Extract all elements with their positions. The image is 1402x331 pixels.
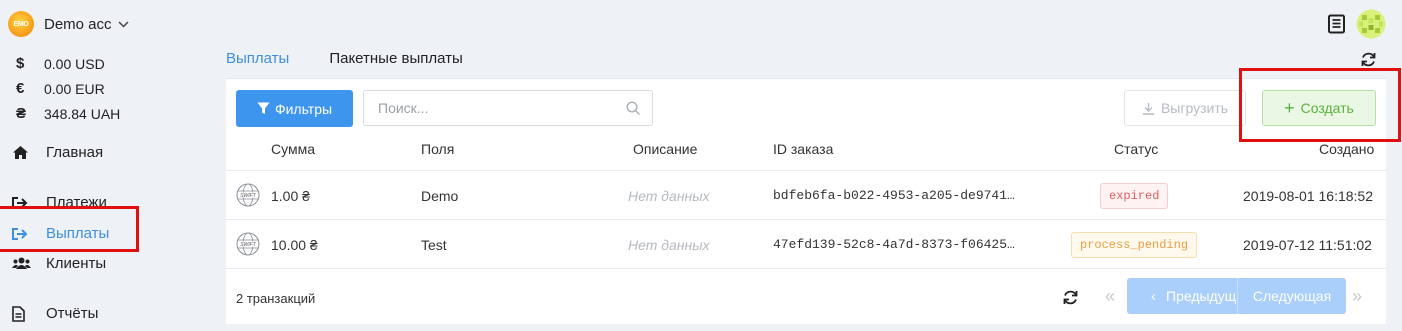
docs-book-icon[interactable] [1327, 14, 1347, 37]
amount-cell: 1.00 ₴ [271, 187, 310, 204]
payouts-card: Фильтры Выгрузить + Создать Сумма Поля О… [226, 78, 1386, 324]
balance-usd-amount: 0.00 USD [44, 55, 105, 72]
table-bottom-divider [226, 268, 1386, 269]
status-cell: process_pending [1071, 220, 1198, 269]
swift-icon: SWIFT [236, 183, 260, 207]
filters-button[interactable]: Фильтры [236, 90, 353, 127]
dollar-icon: $ [16, 55, 25, 72]
tab-payouts[interactable]: Выплаты [226, 40, 290, 88]
chevron-down-icon [118, 18, 130, 30]
column-header-amount[interactable]: Сумма [271, 141, 315, 157]
created-cell: 2019-08-01 16:18:52 [1243, 187, 1373, 204]
balance-eur: € 0.00 EUR [14, 80, 105, 97]
prev-page-button[interactable]: ‹ Предыдущая [1127, 278, 1237, 314]
balance-usd: $ 0.00 USD [14, 55, 105, 72]
balance-uah: ₴ 348.84 UAH [14, 105, 120, 122]
last-page-icon[interactable]: » [1352, 286, 1362, 307]
sidebar-item-label: Главная [46, 144, 104, 161]
created-cell: 2019-07-12 11:51:02 [1243, 236, 1372, 253]
filters-label: Фильтры [274, 100, 333, 117]
column-header-description: Описание [633, 141, 698, 157]
chevron-left-icon: ‹ [1151, 287, 1156, 305]
first-page-icon[interactable]: « [1105, 286, 1115, 307]
export-button[interactable]: Выгрузить [1124, 90, 1246, 126]
svg-text:SWIFT: SWIFT [240, 193, 256, 199]
order-id-cell: bdfeb6fa-b022-4953-a205-de9741… [773, 188, 1015, 203]
users-icon [12, 257, 46, 270]
next-page-button[interactable]: Следующая [1237, 278, 1346, 314]
home-icon [12, 145, 46, 160]
balance-uah-amount: 348.84 UAH [44, 105, 121, 122]
export-label: Выгрузить [1160, 100, 1229, 116]
balance-eur-amount: 0.00 EUR [44, 80, 105, 97]
amount-cell: 10.00 ₴ [271, 236, 318, 253]
status-cell: expired [1100, 171, 1169, 220]
sidebar-item-label: Клиенты [46, 255, 107, 272]
euro-icon: € [16, 80, 25, 97]
next-page-label: Следующая [1252, 288, 1332, 304]
prev-page-label: Предыдущая [1166, 288, 1237, 304]
account-logo: EMO [8, 11, 34, 37]
account-switcher[interactable]: EMO Demo acc [8, 11, 130, 37]
sidebar-item-reports[interactable]: Отчёты [12, 305, 98, 322]
description-cell: Нет данных [628, 187, 710, 204]
fields-cell: Test [421, 236, 447, 253]
tab-batch-payouts[interactable]: Пакетные выплаты [329, 40, 462, 78]
column-header-status: Статус [1114, 141, 1159, 157]
search-input[interactable] [363, 90, 653, 126]
fields-cell: Demo [421, 187, 459, 204]
account-name: Demo acc [44, 15, 112, 33]
filter-icon [257, 102, 270, 114]
svg-text:SWIFT: SWIFT [240, 242, 256, 248]
highlight-box-create [1239, 68, 1401, 142]
sidebar: EMO Demo acc $ 0.00 USD € 0.00 EUR ₴ 348… [0, 0, 212, 331]
description-cell: Нет данных [628, 236, 710, 253]
download-icon [1142, 102, 1154, 115]
column-header-order-id: ID заказа [773, 141, 834, 157]
sidebar-item-label: Отчёты [46, 305, 99, 322]
highlight-box-payouts [0, 206, 139, 252]
table-row[interactable]: SWIFT 1.00 ₴ Demo Нет данных bdfeb6fa-b0… [226, 170, 1386, 219]
swift-icon: SWIFT [236, 232, 260, 256]
column-header-created[interactable]: Создано [1319, 141, 1374, 157]
hryvnia-icon: ₴ [16, 105, 27, 122]
transactions-count: 2 транзакций [236, 291, 316, 306]
search-icon [626, 101, 641, 119]
order-id-cell: 47efd139-52c8-4a7d-8373-f06425… [773, 237, 1015, 252]
status-badge: process_pending [1071, 231, 1198, 258]
column-header-fields: Поля [421, 141, 455, 157]
file-icon [12, 305, 46, 322]
refresh-icon[interactable] [1062, 289, 1079, 309]
user-avatar[interactable] [1356, 9, 1386, 42]
status-badge: expired [1100, 182, 1169, 209]
tabs: Выплаты Пакетные выплаты [226, 40, 503, 88]
sidebar-item-home[interactable]: Главная [12, 144, 103, 161]
table-row[interactable]: SWIFT 10.00 ₴ Test Нет данных 47efd139-5… [226, 219, 1386, 268]
sidebar-item-clients[interactable]: Клиенты [12, 255, 106, 272]
